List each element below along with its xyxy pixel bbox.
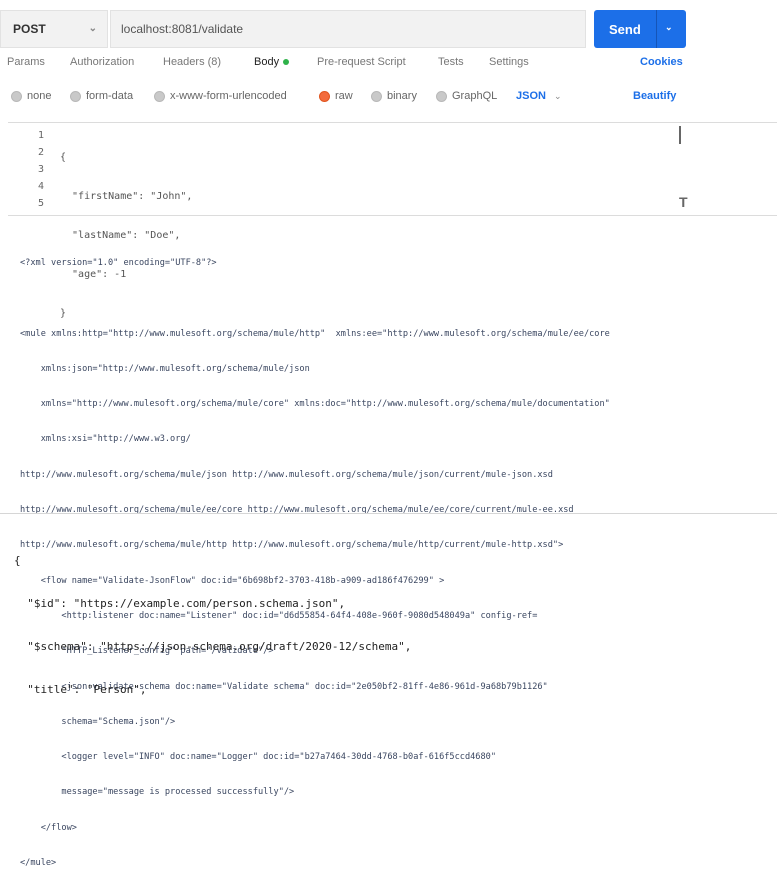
xml-line: <logger level="INFO" doc:name="Logger" d… xyxy=(20,752,496,763)
option-label: form-data xyxy=(86,90,134,102)
radio-icon xyxy=(154,90,165,102)
resize-handle-icon[interactable]: T xyxy=(679,194,688,210)
send-options-chevron-icon[interactable]: ⌄ xyxy=(665,22,673,33)
radio-graphql[interactable]: GraphQL xyxy=(436,90,497,102)
xml-line: message="message is processed successful… xyxy=(20,787,295,798)
xml-line: <mule xmlns:http="http://www.mulesoft.or… xyxy=(20,328,610,339)
tab-label: Params xyxy=(7,56,45,68)
cookies-link[interactable]: Cookies xyxy=(640,56,683,68)
option-label: raw xyxy=(335,90,353,102)
radio-icon xyxy=(70,90,81,102)
xml-line xyxy=(20,291,610,306)
tab-label: Authorization xyxy=(70,56,135,68)
schema-line: "$schema": "https://json-schema.org/draf… xyxy=(14,640,412,653)
xml-line: </mule> xyxy=(20,858,57,869)
line-number: 1 xyxy=(37,130,44,141)
send-divider xyxy=(656,10,657,48)
radio-icon xyxy=(371,90,382,102)
send-label: Send xyxy=(609,21,641,37)
chevron-down-icon: ⌄ xyxy=(88,23,97,34)
tab-params[interactable]: Params xyxy=(7,56,45,68)
tab-label: Settings xyxy=(489,56,529,68)
code-line: { xyxy=(60,152,67,163)
xml-line: xmlns:json="http://www.mulesoft.org/sche… xyxy=(20,363,310,374)
send-button[interactable]: Send ⌄ xyxy=(594,10,686,48)
tab-headers[interactable]: Headers (8) xyxy=(163,56,221,68)
radio-raw[interactable]: raw xyxy=(319,90,353,102)
line-number: 5 xyxy=(37,198,44,209)
chevron-down-icon: ⌄ xyxy=(553,91,562,101)
line-number: 4 xyxy=(37,181,44,192)
xml-line: http://www.mulesoft.org/schema/mule/json… xyxy=(20,469,553,480)
url-input[interactable]: localhost:8081/validate xyxy=(110,10,586,48)
line-number: 2 xyxy=(37,147,44,158)
xml-line: </flow> xyxy=(20,822,77,833)
option-label: binary xyxy=(387,90,417,102)
radio-x-www-form-urlencoded[interactable]: x-www-form-urlencoded xyxy=(154,90,287,102)
schema-line: "$id": "https://example.com/person.schem… xyxy=(14,597,346,610)
schema-line: { xyxy=(14,554,21,567)
url-text: localhost:8081/validate xyxy=(121,22,244,36)
tab-label: Body xyxy=(254,56,280,68)
tab-body[interactable]: Body xyxy=(254,56,290,68)
radio-selected-icon xyxy=(319,90,330,102)
radio-form-data[interactable]: form-data xyxy=(70,90,133,102)
json-schema: { "$id": "https://example.com/person.sch… xyxy=(14,526,411,711)
body-indicator-dot xyxy=(283,59,290,66)
xml-line: http://www.mulesoft.org/schema/mule/ee/c… xyxy=(20,505,574,516)
tab-label: Pre-request Script xyxy=(317,56,406,68)
line-numbers: 1 2 3 4 5 xyxy=(8,127,44,212)
schema-line: "title": "Person", xyxy=(14,683,147,696)
radio-binary[interactable]: binary xyxy=(371,90,417,102)
radio-none[interactable]: none xyxy=(11,90,51,102)
xml-line: xmlns="http://www.mulesoft.org/schema/mu… xyxy=(20,399,610,410)
divider xyxy=(0,513,777,514)
method-label: POST xyxy=(13,22,46,36)
request-bar: POST ⌄ localhost:8081/validate Send ⌄ xyxy=(0,10,777,50)
xml-line: <?xml version="1.0" encoding="UTF-8"?> xyxy=(20,258,217,268)
tab-settings[interactable]: Settings xyxy=(489,56,529,68)
tab-label: Tests xyxy=(438,56,464,68)
line-number: 3 xyxy=(37,164,44,175)
method-select[interactable]: POST ⌄ xyxy=(0,10,108,48)
tab-label: Headers (8) xyxy=(163,56,222,68)
option-label: none xyxy=(27,90,52,102)
tab-pre-request-script[interactable]: Pre-request Script xyxy=(317,56,406,68)
format-label: JSON xyxy=(516,90,546,102)
text-cursor xyxy=(679,126,681,144)
tab-authorization[interactable]: Authorization xyxy=(70,56,134,68)
option-label: x-www-form-urlencoded xyxy=(170,90,287,102)
code-line: "firstName": "John", xyxy=(60,191,193,202)
format-select[interactable]: JSON ⌄ xyxy=(516,90,562,102)
tab-tests[interactable]: Tests xyxy=(438,56,464,68)
beautify-link[interactable]: Beautify xyxy=(633,90,676,102)
xml-line: xmlns:xsi="http://www.w3.org/ xyxy=(20,434,191,445)
radio-icon xyxy=(11,90,22,102)
option-label: GraphQL xyxy=(452,90,498,102)
body-editor[interactable]: 1 2 3 4 5 { "firstName": "John", "lastNa… xyxy=(8,122,777,319)
radio-icon xyxy=(436,90,447,102)
xml-line: schema="Schema.json"/> xyxy=(20,716,176,727)
